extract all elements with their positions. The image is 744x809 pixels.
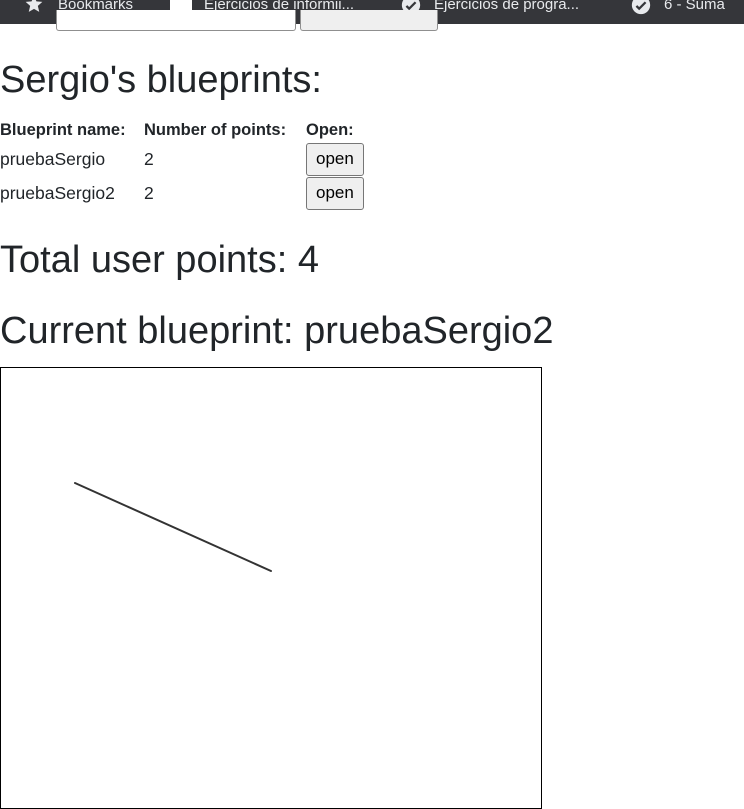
total-user-points: Total user points: 4 <box>0 239 319 281</box>
blueprint-points-cell: 2 <box>144 148 154 169</box>
star-icon <box>24 0 46 14</box>
table-row: pruebaSergio 2 open <box>0 142 386 176</box>
blueprint-open-cell: open <box>306 176 386 210</box>
blueprint-name-cell: pruebaSergio2 <box>0 182 115 203</box>
blueprint-open-cell: open <box>306 142 386 176</box>
current-blueprint-title: Current blueprint: pruebaSergio2 <box>0 310 554 352</box>
open-button[interactable]: open <box>306 142 364 176</box>
column-header-open: Open: <box>306 120 354 139</box>
bookmark-label: Ejercicios de progra... <box>434 0 580 13</box>
blueprint-name-cell: pruebaSergio <box>0 148 106 169</box>
blueprint-canvas[interactable] <box>0 367 542 809</box>
open-button[interactable]: open <box>306 176 364 210</box>
blueprint-segment <box>74 482 272 572</box>
get-blueprints-button[interactable] <box>300 10 438 31</box>
blueprints-table: Blueprint name: Number of points: Open: … <box>0 118 386 210</box>
page-title: Sergio's blueprints: <box>0 59 322 101</box>
column-header-name: Blueprint name: <box>0 120 126 139</box>
blueprint-drawing <box>74 482 272 572</box>
column-header-points: Number of points: <box>144 120 287 139</box>
bookmark-label: 6 - Suma <box>664 0 725 13</box>
table-row: pruebaSergio2 2 open <box>0 176 386 210</box>
globe-icon <box>630 0 652 15</box>
bookmark-item-suma[interactable]: 6 - Suma <box>630 0 725 16</box>
table-header-row: Blueprint name: Number of points: Open: <box>0 118 386 142</box>
author-input[interactable] <box>56 10 296 31</box>
blueprint-points-cell: 2 <box>144 182 154 203</box>
